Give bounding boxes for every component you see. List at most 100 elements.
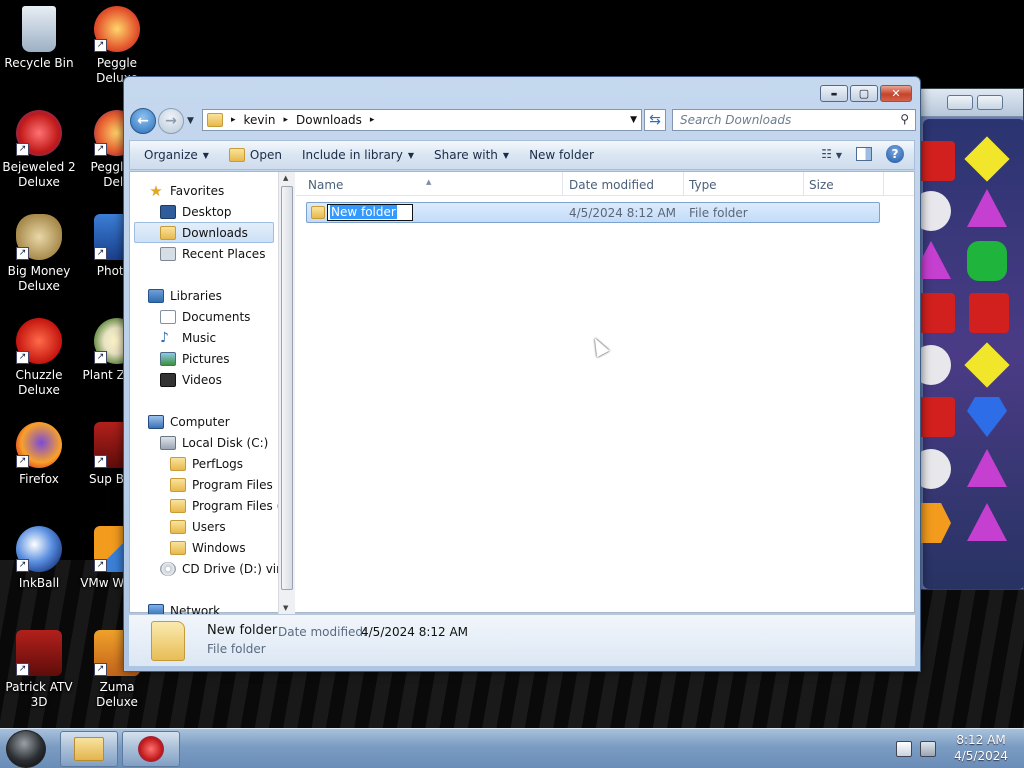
yellow-gem-icon[interactable] bbox=[964, 342, 1010, 388]
breadcrumb-downloads[interactable]: Downloads bbox=[296, 113, 362, 127]
navigation-pane[interactable]: ★ Favorites Desktop Downloads Recent Plac… bbox=[130, 172, 278, 614]
search-input[interactable]: Search Downloads ⚲ bbox=[672, 109, 916, 131]
nav-program-files[interactable]: Program Files bbox=[170, 474, 273, 495]
column-header-size[interactable]: Size bbox=[809, 178, 834, 192]
bejeweled-window[interactable] bbox=[911, 88, 1024, 590]
desktop-icon-inkball[interactable]: ↗ InkBall bbox=[0, 526, 78, 591]
nav-users[interactable]: Users bbox=[170, 516, 226, 537]
new-folder-button[interactable]: New folder bbox=[519, 141, 604, 169]
column-divider[interactable] bbox=[883, 172, 884, 196]
breadcrumb-separator[interactable]: ▸ bbox=[370, 115, 375, 125]
desktop-icon-recycle-bin[interactable]: Recycle Bin bbox=[0, 6, 78, 71]
nav-cd-drive[interactable]: CD Drive (D:) virt bbox=[160, 558, 278, 579]
recent-pages-dropdown[interactable]: ▼ bbox=[187, 116, 199, 126]
breadcrumb-kevin[interactable]: kevin bbox=[244, 113, 276, 127]
purple-gem-icon[interactable] bbox=[967, 449, 1007, 487]
scrollbar-thumb[interactable] bbox=[281, 186, 293, 590]
nav-favorites[interactable]: ★ Favorites bbox=[148, 180, 224, 201]
chevron-down-icon: ▼ bbox=[407, 150, 414, 160]
desktop-icon-peggle-deluxe[interactable]: ↗ Peggle Deluxe bbox=[78, 6, 156, 86]
column-header-date-modified[interactable]: Date modified bbox=[569, 178, 654, 192]
include-in-library-button[interactable]: Include in library ▼ bbox=[292, 141, 424, 169]
scroll-down-icon[interactable]: ▼ bbox=[283, 604, 288, 612]
nav-videos[interactable]: Videos bbox=[160, 369, 222, 390]
content-area: ★ Favorites Desktop Downloads Recent Plac… bbox=[129, 171, 915, 614]
organize-button[interactable]: Organize ▼ bbox=[130, 141, 219, 169]
explorer-window[interactable]: ▬ ▢ ✕ ← → ▼ ▸ kevin ▸ Downloads ▸ ▼ ⇆ Se… bbox=[123, 76, 921, 672]
folder-icon bbox=[207, 113, 223, 127]
taskbar-bejeweled-button[interactable] bbox=[122, 731, 180, 767]
action-center-icon[interactable] bbox=[896, 741, 912, 757]
red-gem-icon[interactable] bbox=[915, 293, 955, 333]
blue-gem-icon[interactable] bbox=[967, 397, 1007, 437]
nav-music[interactable]: ♪ Music bbox=[160, 327, 216, 348]
clock[interactable]: 8:12 AM 4/5/2024 bbox=[954, 732, 1008, 764]
close-button[interactable]: ✕ bbox=[880, 85, 912, 102]
breadcrumb-separator[interactable]: ▸ bbox=[231, 115, 236, 125]
nav-documents[interactable]: Documents bbox=[160, 306, 250, 327]
column-header-type[interactable]: Type bbox=[689, 178, 717, 192]
red-gem-icon[interactable] bbox=[915, 397, 955, 437]
preview-pane-button[interactable] bbox=[856, 147, 872, 161]
nav-desktop[interactable]: Desktop bbox=[160, 201, 232, 222]
help-button[interactable]: ? bbox=[886, 145, 904, 163]
bejeweled-maximize-button[interactable] bbox=[977, 95, 1003, 110]
nav-program-files-x86[interactable]: Program Files ( bbox=[170, 495, 278, 516]
desktop-icon-bejeweled-2[interactable]: ↗ Bejeweled 2 Deluxe bbox=[0, 110, 78, 190]
command-bar: Organize ▼ Open Include in library ▼ Share… bbox=[129, 140, 915, 170]
nav-label: Desktop bbox=[182, 204, 232, 219]
address-bar[interactable]: ▸ kevin ▸ Downloads ▸ ▼ bbox=[202, 109, 642, 131]
nav-windows[interactable]: Windows bbox=[170, 537, 246, 558]
address-dropdown-icon[interactable]: ▼ bbox=[630, 115, 637, 125]
nav-pictures[interactable]: Pictures bbox=[160, 348, 230, 369]
nav-computer[interactable]: Computer bbox=[148, 411, 230, 432]
scroll-up-icon[interactable]: ▲ bbox=[283, 174, 288, 182]
notification-area bbox=[896, 741, 936, 757]
taskbar-explorer-button[interactable] bbox=[60, 731, 118, 767]
minimize-button[interactable]: ▬ bbox=[820, 85, 848, 102]
forward-arrow-icon: → bbox=[165, 113, 177, 129]
open-button[interactable]: Open bbox=[219, 141, 292, 169]
column-divider[interactable] bbox=[803, 172, 804, 196]
column-divider[interactable] bbox=[562, 172, 563, 196]
desktop-icon bbox=[160, 204, 176, 219]
red-gem-icon[interactable] bbox=[915, 141, 955, 181]
rename-input[interactable]: New folder bbox=[327, 204, 413, 221]
desktop-icon-label: Recycle Bin bbox=[4, 56, 74, 70]
column-divider[interactable] bbox=[683, 172, 684, 196]
desktop-icon-firefox[interactable]: ↗ Firefox bbox=[0, 422, 78, 487]
nav-libraries[interactable]: Libraries bbox=[148, 285, 222, 306]
nav-perflogs[interactable]: PerfLogs bbox=[170, 453, 243, 474]
search-icon[interactable]: ⚲ bbox=[900, 112, 909, 126]
desktop-icon-big-money[interactable]: ↗ Big Money Deluxe bbox=[0, 214, 78, 294]
yellow-gem-icon[interactable] bbox=[964, 136, 1010, 182]
volume-muted-icon[interactable] bbox=[920, 741, 936, 757]
nav-local-disk[interactable]: Local Disk (C:) bbox=[160, 432, 268, 453]
nav-recent-places[interactable]: Recent Places bbox=[160, 243, 265, 264]
purple-gem-icon[interactable] bbox=[967, 189, 1007, 227]
green-gem-icon[interactable] bbox=[967, 241, 1007, 281]
forward-button[interactable]: → bbox=[158, 108, 184, 134]
navigation-scrollbar[interactable]: ▲ ▼ bbox=[278, 172, 295, 614]
start-button[interactable] bbox=[6, 730, 46, 768]
breadcrumb-separator[interactable]: ▸ bbox=[283, 115, 288, 125]
table-row[interactable]: New folder 4/5/2024 8:12 AM File folder bbox=[306, 202, 880, 223]
game-board[interactable] bbox=[911, 119, 1024, 589]
back-button[interactable]: ← bbox=[130, 108, 156, 134]
desktop-icon-chuzzle[interactable]: ↗ Chuzzle Deluxe bbox=[0, 318, 78, 398]
nav-network[interactable]: Network bbox=[148, 600, 220, 614]
file-list[interactable]: ▲ Name Date modified Type Size New folde… bbox=[296, 172, 914, 614]
desktop-icon-label: Bejeweled 2 Deluxe bbox=[2, 160, 76, 189]
refresh-button[interactable]: ⇆ bbox=[644, 109, 666, 131]
share-with-button[interactable]: Share with ▼ bbox=[424, 141, 519, 169]
nav-downloads[interactable]: Downloads bbox=[134, 222, 274, 243]
purple-gem-icon[interactable] bbox=[967, 503, 1007, 541]
folder-icon bbox=[170, 519, 186, 534]
change-view-button[interactable]: ☷ ▼ bbox=[821, 147, 842, 161]
bejeweled-minimize-button[interactable] bbox=[947, 95, 973, 110]
column-header-name[interactable]: Name bbox=[308, 178, 343, 192]
desktop-icon-patrick-atv[interactable]: ↗ Patrick ATV 3D bbox=[0, 630, 78, 710]
bejeweled-titlebar[interactable] bbox=[919, 89, 1023, 117]
red-gem-icon[interactable] bbox=[969, 293, 1009, 333]
maximize-button[interactable]: ▢ bbox=[850, 85, 878, 102]
